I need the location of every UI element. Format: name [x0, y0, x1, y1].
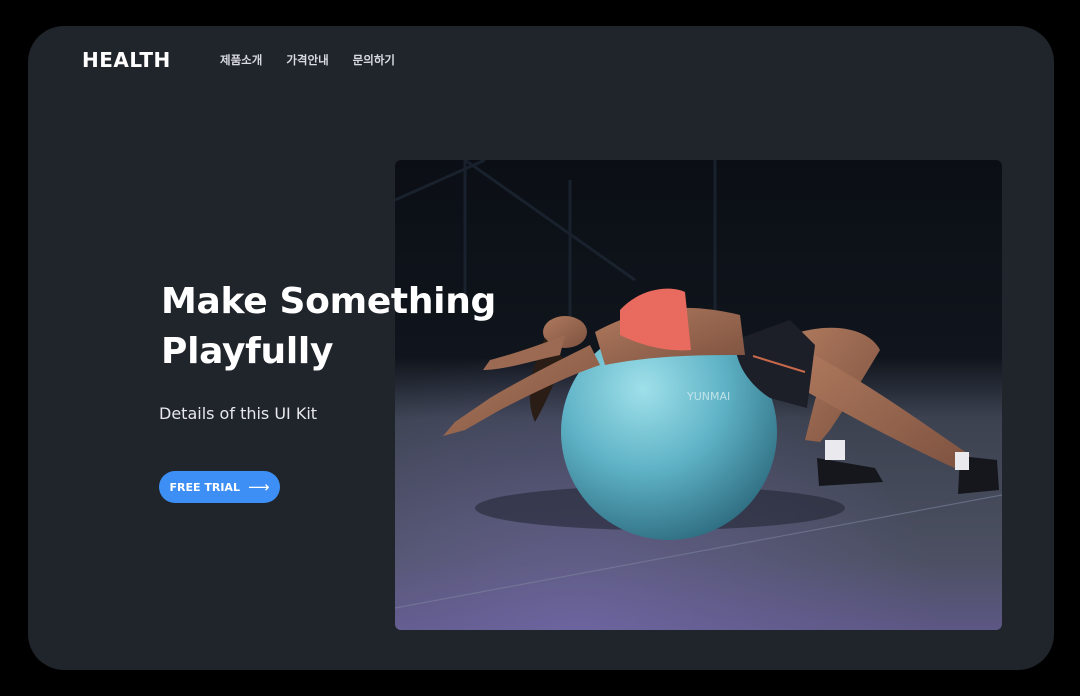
hero-title-line1: Make Something	[161, 281, 497, 322]
hero-title: Make Something Playfully	[161, 277, 496, 377]
nav-item-contact[interactable]: 문의하기	[353, 50, 395, 70]
free-trial-button-label: FREE TRIAL	[169, 480, 240, 494]
arrow-right-icon: ⟶	[247, 477, 270, 496]
nav-item-pricing[interactable]: 가격안내	[286, 50, 328, 70]
hero-image-illustration: YUNMAI	[395, 160, 1002, 630]
hero-image: YUNMAI	[395, 160, 1002, 630]
ball-brand-label: YUNMAI	[686, 390, 730, 403]
device-frame: HEALTH 제품소개 가격안내 문의하기 YUNMAI Make Someth…	[0, 0, 1080, 696]
app-screen: HEALTH 제품소개 가격안내 문의하기 YUNMAI Make Someth…	[28, 26, 1054, 670]
free-trial-button[interactable]: FREE TRIAL ⟶	[159, 471, 280, 503]
nav-item-products[interactable]: 제품소개	[220, 50, 262, 70]
main-nav: 제품소개 가격안내 문의하기	[220, 50, 395, 70]
brand-logo[interactable]: HEALTH	[82, 46, 171, 74]
hero-title-line2: Playfully	[161, 331, 334, 372]
hero-subtitle: Details of this UI Kit	[159, 404, 318, 423]
